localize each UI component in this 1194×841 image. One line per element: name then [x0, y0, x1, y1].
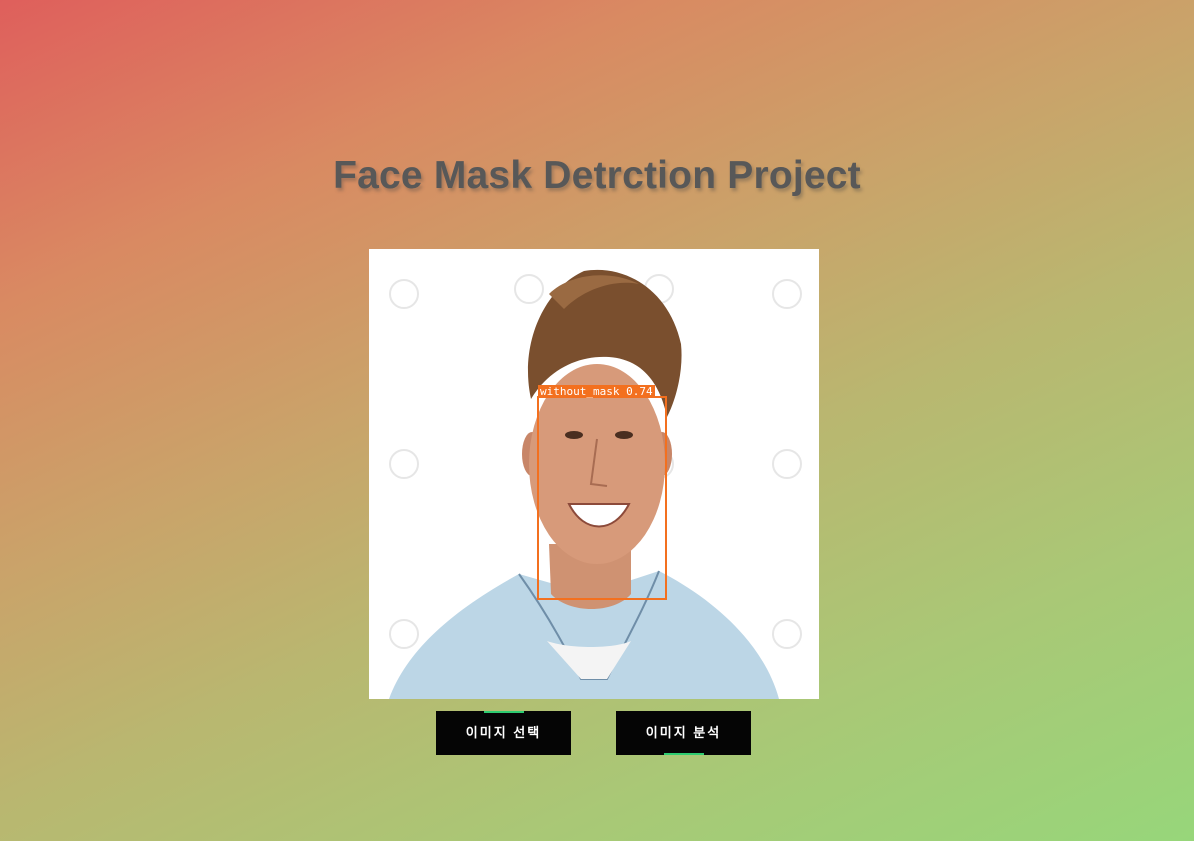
select-image-button[interactable]: 이미지 선택	[436, 711, 571, 755]
face-photo	[369, 249, 819, 699]
detection-label: without_mask 0.74	[538, 385, 655, 398]
result-image: without_mask 0.74	[369, 249, 819, 699]
analyze-image-button[interactable]: 이미지 분석	[616, 711, 751, 755]
button-accent-line	[664, 753, 704, 755]
analyze-image-label: 이미지 분석	[645, 725, 722, 740]
page-title: Face Mask Detrction Project	[333, 154, 861, 197]
select-image-label: 이미지 선택	[465, 725, 542, 740]
button-accent-line	[484, 711, 524, 713]
